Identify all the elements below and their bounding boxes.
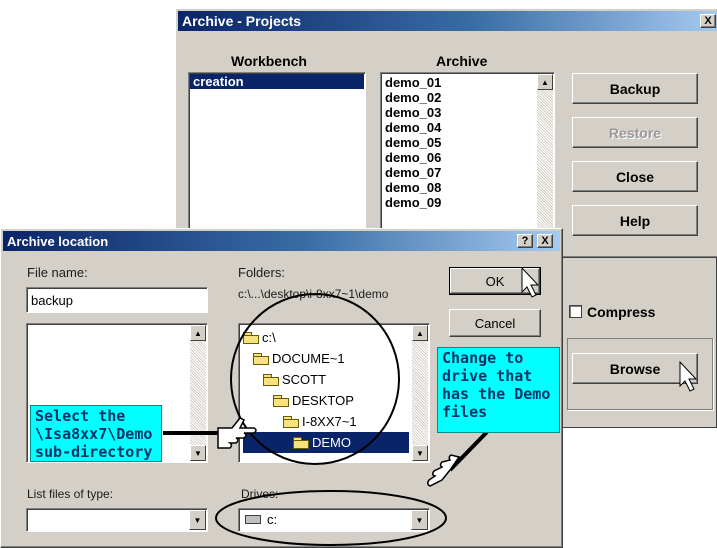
close-button-label: Close (615, 168, 655, 185)
archive-location-titlebar: Archive location (3, 231, 560, 251)
archive-header: Archive (436, 53, 488, 69)
change-drive-callout: Change to drive that has the Demo files (437, 347, 560, 433)
folder-tree-scrollbar[interactable]: ▲ ▼ (412, 325, 428, 461)
drives-dropdown-button[interactable]: ▼ (411, 510, 428, 530)
tree-item-desktop[interactable]: DESKTOP (243, 390, 409, 411)
tree-item-label: c:\ (262, 330, 276, 345)
chevron-down-icon: ▼ (415, 515, 424, 525)
folder-tree[interactable]: c:\ DOCUME~1 SCOTT DESKTOP I-8XX7~1 DEMO (238, 323, 430, 463)
workbench-item-label: creation (193, 74, 244, 89)
ok-button[interactable]: OK (449, 267, 541, 295)
scroll-up-button[interactable]: ▲ (412, 325, 428, 341)
file-list-scrollbar[interactable]: ▲ ▼ (190, 325, 206, 461)
select-demo-text: Select the \Isa8xx7\Demo sub-directory (35, 407, 153, 461)
compress-label: Compress (587, 304, 656, 320)
scroll-up-button[interactable]: ▲ (190, 325, 206, 341)
folder-open-icon (273, 395, 289, 407)
workbench-header: Workbench (231, 53, 307, 69)
file-name-value: backup (31, 293, 73, 308)
archive-location-close-button[interactable]: X (537, 234, 553, 248)
backup-button-label: Backup (609, 80, 661, 97)
help-button[interactable]: Help (572, 205, 698, 236)
ok-button-label: OK (485, 273, 505, 289)
archive-projects-title: Archive - Projects (182, 13, 302, 29)
list-type-select[interactable]: ▼ (26, 508, 208, 532)
select-demo-callout: Select the \Isa8xx7\Demo sub-directory (30, 405, 162, 462)
tree-item-docume[interactable]: DOCUME~1 (243, 348, 409, 369)
scroll-down-button[interactable]: ▼ (190, 445, 206, 461)
list-item[interactable]: demo_03 (382, 105, 532, 120)
archive-projects-lower-panel: Compress Browse (563, 258, 717, 428)
file-name-input[interactable]: backup (26, 287, 208, 313)
folder-open-icon (243, 332, 259, 344)
scroll-down-button[interactable]: ▼ (412, 445, 428, 461)
drive-icon (245, 515, 261, 524)
drives-select[interactable]: c: ▼ (238, 508, 430, 532)
cancel-button-label: Cancel (474, 315, 516, 331)
tree-item-scott[interactable]: SCOTT (243, 369, 409, 390)
list-item[interactable]: demo_09 (382, 195, 532, 210)
help-button-label: Help (619, 212, 651, 229)
folder-open-icon (293, 437, 309, 449)
drives-label: Drives: (241, 487, 279, 501)
cancel-button[interactable]: Cancel (449, 309, 541, 337)
arrow-up-icon: ▲ (194, 328, 202, 338)
tree-item-label: DOCUME~1 (272, 351, 345, 366)
folder-open-icon (283, 416, 299, 428)
list-item[interactable]: demo_01 (382, 75, 532, 90)
scroll-up-button[interactable]: ▲ (537, 74, 553, 90)
list-item[interactable]: demo_08 (382, 180, 532, 195)
list-item[interactable]: demo_02 (382, 90, 532, 105)
list-item[interactable]: demo_05 (382, 135, 532, 150)
close-icon: X (704, 15, 712, 27)
restore-button[interactable]: Restore (572, 117, 698, 148)
backup-button[interactable]: Backup (572, 73, 698, 104)
browse-button[interactable]: Browse (572, 353, 698, 384)
folder-open-icon (253, 353, 269, 365)
help-title-button[interactable]: ? (517, 234, 533, 248)
list-item[interactable]: demo_04 (382, 120, 532, 135)
arrow-down-icon: ▼ (416, 448, 424, 458)
file-name-label: File name: (27, 265, 88, 280)
close-button[interactable]: Close (572, 161, 698, 192)
arrow-down-icon: ▼ (194, 448, 202, 458)
arrow-up-icon: ▲ (416, 328, 424, 338)
tree-item-c-root[interactable]: c:\ (243, 327, 409, 348)
restore-button-label: Restore (608, 124, 662, 141)
list-type-dropdown-button[interactable]: ▼ (189, 510, 206, 530)
folders-path: c:\...\desktop\i-8xx7~1\demo (238, 287, 389, 301)
chevron-down-icon: ▼ (193, 515, 202, 525)
folder-open-icon (263, 374, 279, 386)
list-type-label: List files of type: (27, 487, 114, 501)
archive-projects-titlebar: Archive - Projects (178, 11, 717, 31)
folders-label: Folders: (238, 265, 285, 280)
tree-item-i8xx7[interactable]: I-8XX7~1 (243, 411, 409, 432)
question-mark-icon: ? (521, 235, 529, 247)
archive-location-title: Archive location (7, 233, 109, 249)
workbench-item-creation[interactable]: creation (190, 74, 364, 89)
browse-button-label: Browse (609, 360, 661, 377)
list-item[interactable]: demo_07 (382, 165, 532, 180)
drive-value: c: (267, 512, 278, 527)
arrow-up-icon: ▲ (541, 77, 549, 87)
tree-item-demo[interactable]: DEMO (243, 432, 409, 453)
archive-projects-close-button[interactable]: X (700, 14, 716, 28)
archive-projects-dialog: Archive - Projects X Workbench Archive c… (175, 8, 717, 262)
change-drive-text: Change to drive that has the Demo files (442, 349, 551, 421)
tree-item-label: I-8XX7~1 (302, 414, 357, 429)
close-icon: X (541, 235, 549, 247)
tree-item-label: DESKTOP (292, 393, 354, 408)
tree-item-label: DEMO (312, 435, 351, 450)
compress-checkbox[interactable] (569, 305, 582, 318)
tree-item-label: SCOTT (282, 372, 327, 387)
list-item[interactable]: demo_06 (382, 150, 532, 165)
